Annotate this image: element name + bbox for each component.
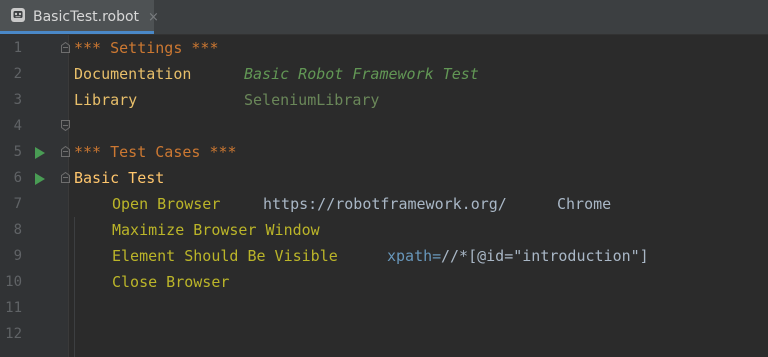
code-line: 6 Basic Test — [0, 165, 768, 191]
tab-filename: BasicTest.robot — [33, 9, 140, 25]
run-test-icon[interactable] — [35, 173, 45, 185]
testcases-header: *** Test Cases *** — [74, 143, 237, 161]
fold-marker-icon[interactable] — [61, 120, 70, 131]
line-number: 11 — [5, 300, 22, 316]
documentation-key: Documentation — [74, 65, 192, 83]
locator-value: //*[@id="introduction"] — [441, 247, 649, 265]
line-number: 6 — [13, 170, 22, 186]
active-tab-indicator — [0, 31, 154, 34]
close-icon[interactable]: × — [148, 10, 159, 25]
code-line: 4 — [0, 113, 768, 139]
line-number: 8 — [13, 222, 22, 238]
argument-url: https://robotframework.org/ — [263, 195, 507, 213]
code-line: 5 *** Test Cases *** — [0, 139, 768, 165]
code-line: 3 Library SeleniumLibrary — [0, 87, 768, 113]
line-number: 9 — [13, 248, 22, 264]
keyword-close-browser: Close Browser — [112, 273, 230, 291]
code-editor[interactable]: 1 *** Settings *** 2 Documentation Basic… — [0, 35, 768, 357]
keyword-maximize-browser: Maximize Browser Window — [112, 221, 320, 239]
locator-prefix: xpath= — [387, 247, 442, 265]
code-line: 9 Element Should Be Visible xpath= //*[@… — [0, 243, 768, 269]
library-key: Library — [74, 91, 138, 109]
code-line: 12 — [0, 321, 768, 347]
line-number: 3 — [13, 92, 22, 108]
code-line: 1 *** Settings *** — [0, 35, 768, 61]
editor-tab-bar: BasicTest.robot × — [0, 0, 768, 35]
argument-browser: Chrome — [557, 195, 612, 213]
fold-marker-icon[interactable] — [61, 146, 70, 157]
code-line: 8 Maximize Browser Window — [0, 217, 768, 243]
line-number: 1 — [13, 40, 22, 56]
settings-header: *** Settings *** — [74, 39, 219, 57]
keyword-open-browser: Open Browser — [112, 195, 221, 213]
tab-basictest-robot[interactable]: BasicTest.robot × — [0, 0, 159, 34]
code-line: 11 — [0, 295, 768, 321]
code-line: 7 Open Browser https://robotframework.or… — [0, 191, 768, 217]
fold-marker-icon[interactable] — [61, 172, 70, 183]
line-number: 5 — [13, 144, 22, 160]
test-case-name: Basic Test — [74, 169, 165, 187]
line-number: 10 — [5, 274, 22, 290]
fold-marker-icon[interactable] — [61, 42, 70, 53]
library-value: SeleniumLibrary — [244, 91, 380, 109]
line-number: 4 — [13, 118, 22, 134]
line-number: 2 — [13, 66, 22, 82]
keyword-element-should-be-visible: Element Should Be Visible — [112, 247, 338, 265]
robot-file-icon — [10, 7, 26, 27]
line-number: 7 — [13, 196, 22, 212]
code-line: 10 Close Browser — [0, 269, 768, 295]
run-test-icon[interactable] — [35, 147, 45, 159]
code-line: 2 Documentation Basic Robot Framework Te… — [0, 61, 768, 87]
line-number: 12 — [5, 326, 22, 342]
documentation-value: Basic Robot Framework Test — [244, 65, 479, 83]
